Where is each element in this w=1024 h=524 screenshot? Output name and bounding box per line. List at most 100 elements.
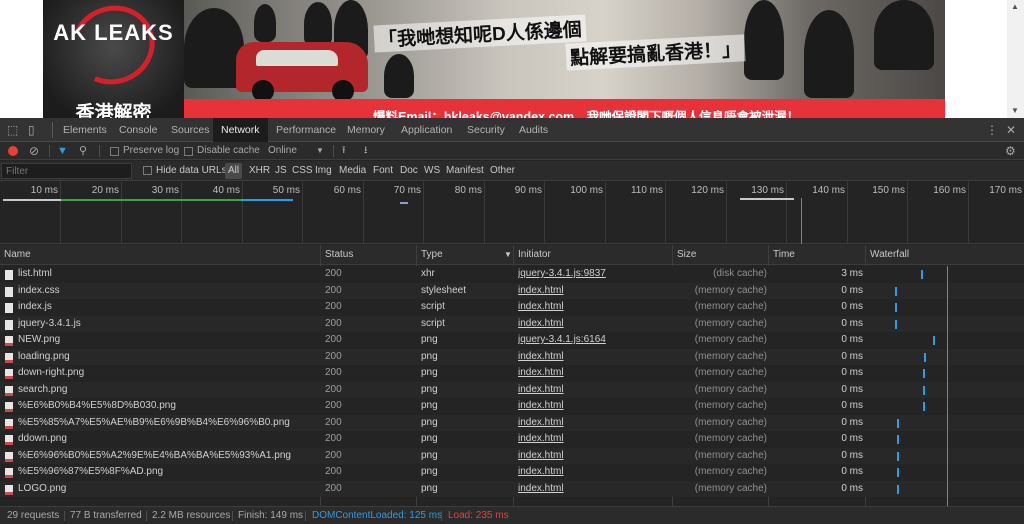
request-name[interactable]: list.html [18,266,318,283]
request-name[interactable]: down-right.png [18,365,318,382]
request-name[interactable]: index.js [18,299,318,316]
scroll-down-icon[interactable]: ▼ [1011,106,1019,115]
request-initiator[interactable]: index.html [518,464,673,481]
filter-ws[interactable]: WS [424,161,440,181]
network-overview[interactable]: 10 ms 20 ms 30 ms 40 ms 50 ms 60 ms 70 m… [0,182,1024,244]
request-row[interactable]: index.js 200 script index.html (memory cache… [0,299,1024,316]
column-time[interactable]: Time [769,245,795,265]
request-name[interactable]: NEW.png [18,332,318,349]
request-row[interactable]: %E5%96%87%E5%8F%AD.png 200 png index.html (m… [0,464,1024,481]
scroll-up-icon[interactable]: ▲ [1011,2,1019,11]
column-status[interactable]: Status [321,245,353,265]
request-row[interactable]: %E6%B0%B4%E5%8D%B030.png 200 png index.html… [0,398,1024,415]
request-initiator[interactable]: index.html [518,415,673,432]
export-har-icon[interactable]: ⭳ [364,142,368,160]
request-name[interactable]: jquery-3.4.1.js [18,316,318,333]
request-row[interactable]: search.png 200 png index.html (memory cache)… [0,381,1024,399]
request-row[interactable]: index.css 200 stylesheet index.html (memory … [0,282,1024,300]
request-row[interactable]: ddown.png 200 png index.html (memory cache) 0… [0,431,1024,448]
request-row[interactable]: loading.png 200 png index.html (memory cache… [0,348,1024,366]
column-name[interactable]: Name [0,245,31,265]
tab-console[interactable]: Console [111,118,166,142]
image-file-icon [5,336,13,346]
column-type[interactable]: Type [417,245,443,265]
request-status: 200 [325,449,342,461]
request-name[interactable]: index.css [18,283,318,300]
request-name[interactable]: %E5%96%87%E5%8F%AD.png [18,464,318,481]
tab-elements[interactable]: Elements [55,118,115,142]
filter-doc[interactable]: Doc [400,161,418,181]
throttling-select[interactable]: Online [268,142,297,160]
request-row[interactable]: %E6%96%B0%E5%A2%9E%E4%BA%BA%E5%93%A1.png… [0,447,1024,465]
request-row[interactable]: down-right.png 200 png index.html (memory ca… [0,365,1024,382]
filter-xhr[interactable]: XHR [249,161,270,181]
tab-memory[interactable]: Memory [339,118,393,142]
request-initiator[interactable]: index.html [518,299,673,316]
logo-ring [60,0,166,97]
request-name[interactable]: ddown.png [18,431,318,448]
filter-other[interactable]: Other [490,161,515,181]
filter-icon[interactable]: ▼ [57,142,68,160]
page-scrollbar[interactable]: ▲ ▼ [1007,0,1024,118]
settings-gear-icon[interactable]: ⚙ [1005,142,1016,160]
column-initiator[interactable]: Initiator [514,245,551,265]
inspect-element-icon[interactable]: ⬚ [7,118,18,142]
request-name[interactable]: LOGO.png [18,481,318,498]
search-icon[interactable]: ⚲ [79,142,87,160]
request-initiator[interactable]: index.html [518,382,673,399]
tab-security[interactable]: Security [459,118,513,142]
request-initiator[interactable]: index.html [518,283,673,300]
request-name[interactable]: search.png [18,382,318,399]
overview-tick-label: 150 ms [872,185,905,196]
request-initiator[interactable]: index.html [518,448,673,465]
tab-performance[interactable]: Performance [268,118,344,142]
clear-icon[interactable]: ⊘ [29,142,39,160]
site-logo[interactable]: AK LEAKS 香港解密 [43,0,184,118]
request-initiator[interactable]: index.html [518,365,673,382]
disable-cache-checkbox[interactable] [184,147,193,156]
filter-media[interactable]: Media [339,161,366,181]
request-type: png [421,466,438,477]
filter-all[interactable]: All [225,163,243,179]
hide-data-urls-checkbox[interactable] [143,166,152,175]
request-initiator[interactable]: jquery-3.4.1.js:6164 [518,332,673,349]
request-name[interactable]: %E6%96%B0%E5%A2%9E%E4%BA%BA%E5%93%A1.png [18,448,318,465]
request-name[interactable]: loading.png [18,349,318,366]
request-name[interactable]: %E6%B0%B4%E5%8D%B030.png [18,398,318,415]
tab-sources[interactable]: Sources [163,118,218,142]
more-options-icon[interactable]: ⋮ [986,118,998,142]
preserve-log-checkbox[interactable] [110,147,119,156]
column-size[interactable]: Size [673,245,696,265]
request-name[interactable]: %E5%85%A7%E5%AE%B9%E6%9B%B4%E6%96%B0.png [18,415,318,432]
request-row[interactable]: %E5%85%A7%E5%AE%B9%E6%9B%B4%E6%96%B0.png… [0,414,1024,432]
filter-js[interactable]: JS [275,161,287,181]
filter-img[interactable]: Img [315,161,332,181]
request-type: png [421,482,438,494]
column-waterfall[interactable]: Waterfall [866,245,909,265]
request-row[interactable]: NEW.png 200 png jquery-3.4.1.js:6164 (memory… [0,332,1024,349]
device-toolbar-icon[interactable]: ▯ [28,118,35,142]
filter-font[interactable]: Font [373,161,393,181]
tab-audits[interactable]: Audits [511,118,556,142]
request-initiator[interactable]: jquery-3.4.1.js:9837 [518,266,673,283]
record-icon[interactable] [8,146,18,156]
request-initiator[interactable]: index.html [518,316,673,333]
filter-manifest[interactable]: Manifest [446,161,484,181]
request-row[interactable]: LOGO.png 200 png index.html (memory cache) 0 … [0,480,1024,498]
tab-network[interactable]: Network [213,118,268,142]
request-time: 0 ms [841,449,863,461]
request-initiator[interactable]: index.html [518,481,673,498]
import-har-icon[interactable]: ⭱ [342,142,346,160]
request-initiator[interactable]: index.html [518,431,673,448]
banner-headline-1: 「我哋想知呢D人係邊個 [373,14,587,53]
request-row[interactable]: jquery-3.4.1.js 200 script index.html (memor… [0,315,1024,333]
filter-input[interactable] [1,163,132,179]
chevron-down-icon[interactable]: ▼ [316,142,324,160]
filter-css[interactable]: CSS [292,161,313,181]
request-row[interactable]: list.html 200 xhr jquery-3.4.1.js:9837 (disk… [0,266,1024,283]
tab-application[interactable]: Application [393,118,460,142]
close-devtools-icon[interactable]: ✕ [1006,118,1016,142]
request-initiator[interactable]: index.html [518,398,673,415]
request-initiator[interactable]: index.html [518,349,673,366]
request-type: png [421,449,438,461]
